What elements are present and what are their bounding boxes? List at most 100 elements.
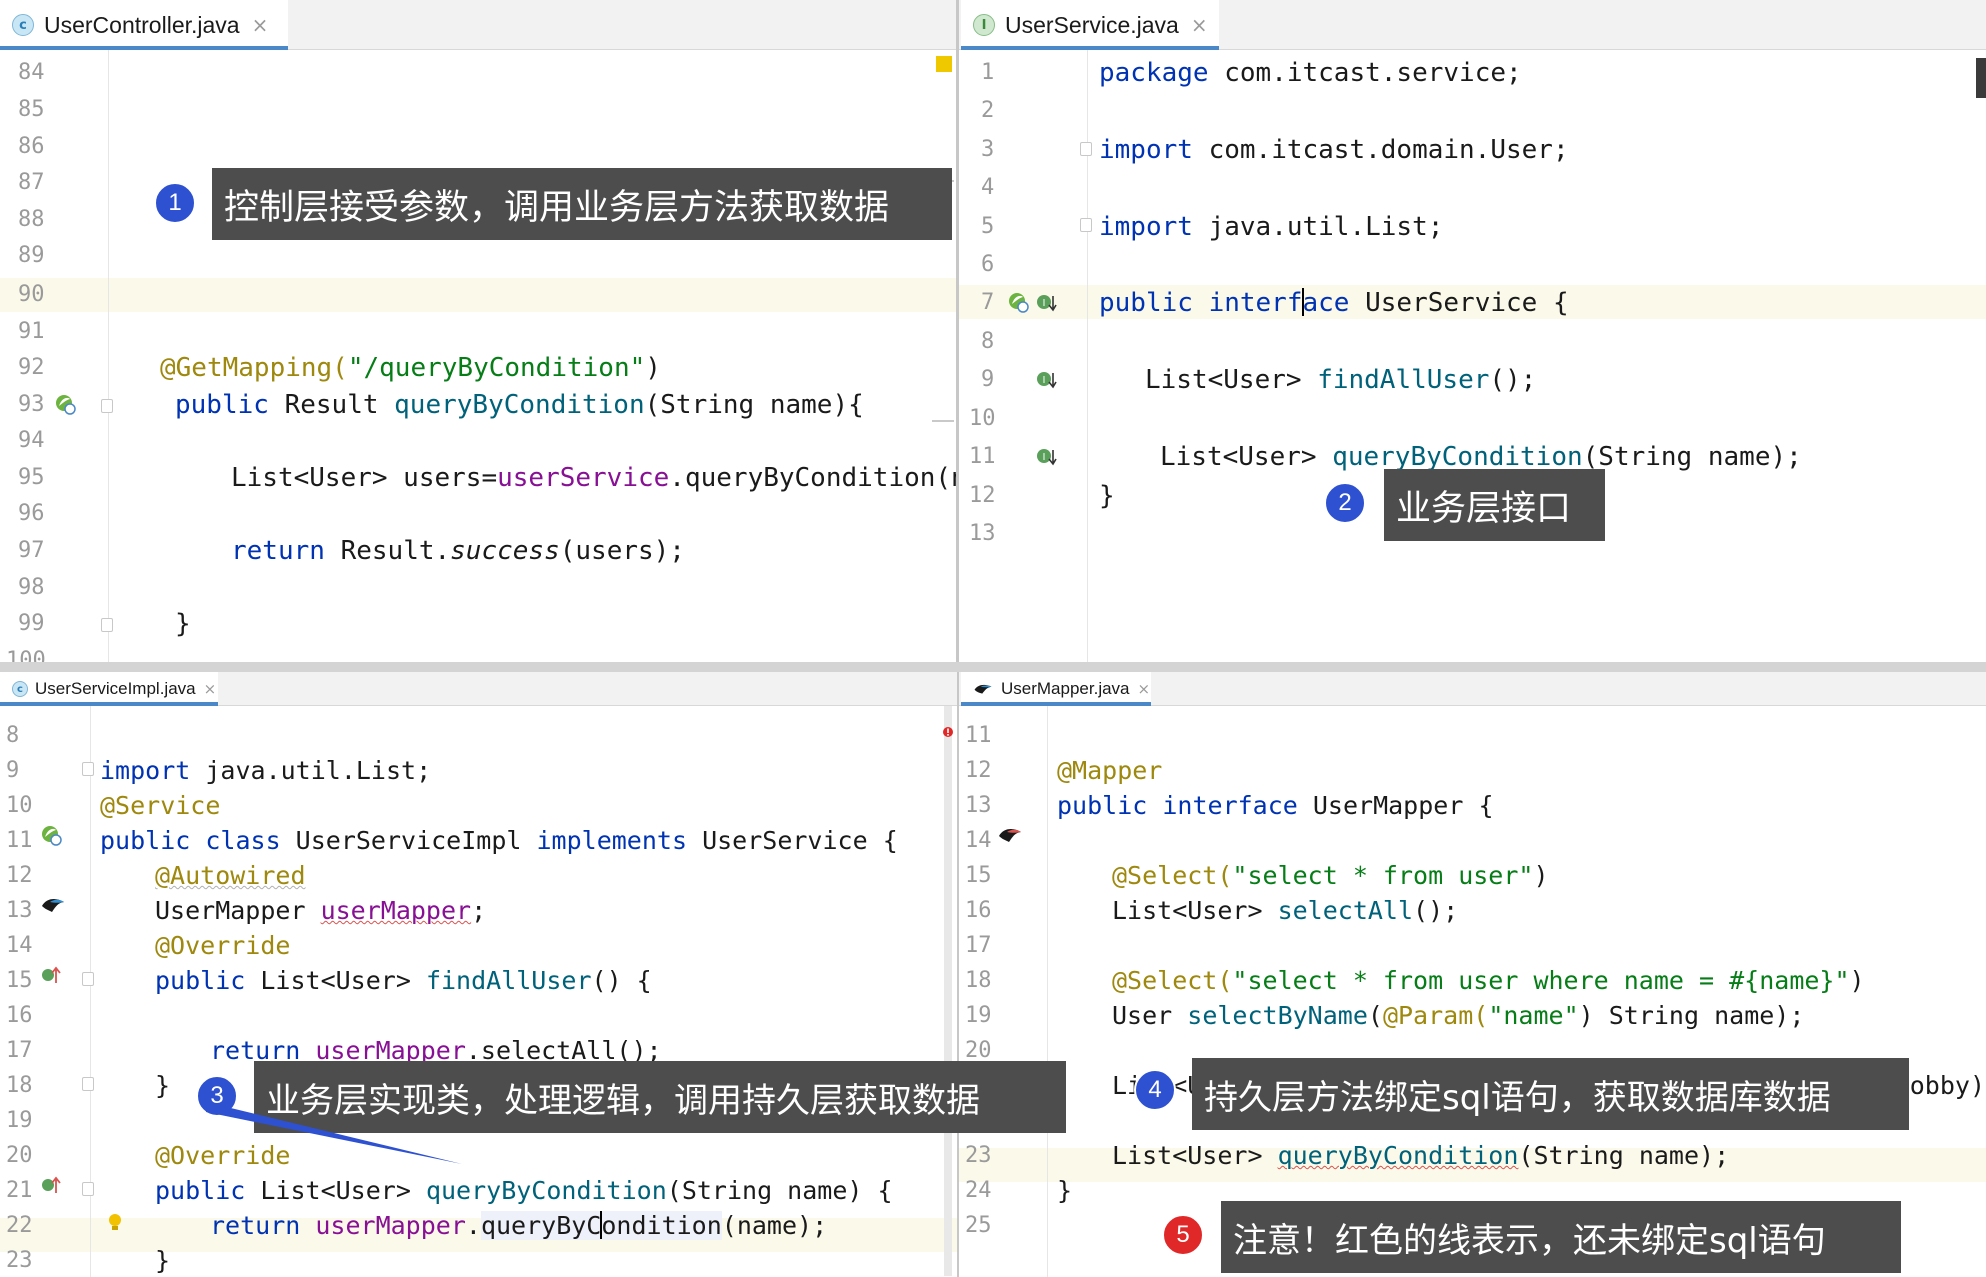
line-number: 12 [969,483,996,508]
code-line: } [1057,1176,1073,1205]
line-number: 9 [981,367,995,392]
code-line: package com.itcast.service; [1099,58,1522,88]
code-area[interactable]: 84 85 86 87 88 89 90 91 92 93 94 95 96 9… [0,50,957,662]
editor-tab-bar: c UserController.java × [0,0,957,50]
tab-user-service[interactable]: I UserService.java × [961,0,1219,50]
error-indicator-icon[interactable] [942,726,954,738]
implemented-by-icon[interactable]: I [1035,368,1057,390]
warning-marker-icon[interactable] [936,56,952,72]
line-number: 11 [965,723,992,748]
implemented-by-icon[interactable]: I [1035,291,1057,313]
implemented-by-icon[interactable]: I [1035,445,1057,467]
code-line: return Result.success(users); [231,536,685,566]
mybatis-bird-icon[interactable] [40,894,66,916]
line-number: 16 [6,1003,33,1028]
line-number: 13 [6,898,33,923]
callout-text: 控制层接受参数，调用业务层方法获取数据 [224,187,890,228]
line-number: 4 [981,175,995,200]
editor-pane-user-controller[interactable]: c UserController.java × 84 85 86 87 88 8… [0,0,957,662]
spring-bean-icon[interactable] [54,393,76,415]
tab-user-controller[interactable]: c UserController.java × [0,0,288,50]
callout-text: 持久层方法绑定sql语句，获取数据库数据 [1204,1077,1831,1118]
tab-label: UserMapper.java [1001,679,1130,698]
line-number: 1 [981,60,995,85]
spring-bean-icon[interactable] [1007,291,1029,313]
code-area[interactable]: 1 2 3 4 5 6 7 8 9 10 11 12 13 I I I pack… [959,50,1986,662]
line-number: 20 [6,1143,33,1168]
lightbulb-icon[interactable] [104,1212,126,1234]
scrollbar-thumb[interactable] [1976,58,1986,98]
line-number: 92 [18,355,45,380]
line-number: 12 [965,758,992,783]
code-line: List<User> queryByCondition(String name)… [1112,1141,1730,1170]
line-number: 7 [981,290,995,315]
code-line: public class UserServiceImpl implements … [100,826,898,855]
step-badge-4: 4 [1134,1069,1176,1111]
line-number: 89 [18,243,45,268]
tab-user-mapper[interactable]: UserMapper.java × [961,672,1151,706]
implements-method-icon[interactable] [40,964,62,986]
code-line: List<User> queryByCondition(String name)… [1160,442,1802,472]
code-line: import com.itcast.domain.User; [1099,135,1569,165]
line-number: 15 [965,863,992,888]
gutter-separator [108,50,109,662]
line-number: 94 [18,428,45,453]
code-line: List<User> users=userService.queryByCond… [231,463,957,493]
fold-marker-icon[interactable] [82,1182,94,1196]
class-icon: c [12,14,34,36]
mybatis-bird-icon[interactable] [997,824,1023,846]
line-number: 6 [981,252,995,277]
editor-tab-bar: c UserServiceImpl.java × [0,672,957,706]
callout-controller-layer: 控制层接受参数，调用业务层方法获取数据 [212,168,952,240]
close-icon[interactable]: × [204,680,217,698]
line-number: 10 [969,406,996,431]
svg-text:I: I [1043,298,1046,309]
scrollbar-track[interactable] [944,706,952,1276]
fold-marker-icon[interactable] [82,972,94,986]
editor-pane-user-service[interactable]: I UserService.java × 1 2 3 4 5 6 7 8 9 1… [959,0,1986,662]
spring-bean-icon[interactable] [40,824,62,846]
line-number: 95 [18,465,45,490]
editor-pane-user-mapper[interactable]: UserMapper.java × 11 12 13 14 15 16 17 1… [959,672,1986,1277]
tab-user-service-impl[interactable]: c UserServiceImpl.java × [0,672,218,706]
fold-marker-icon[interactable] [82,1077,94,1091]
fold-marker-icon[interactable] [82,762,94,776]
fold-marker-icon[interactable] [1080,218,1092,232]
close-icon[interactable]: × [252,13,269,37]
line-number: 93 [18,392,45,417]
code-line: User selectByName(@Param("name") String … [1112,1001,1805,1030]
line-number: 17 [965,933,992,958]
fold-marker-icon[interactable] [101,399,113,413]
implements-method-icon[interactable] [40,1174,62,1196]
line-number: 2 [981,98,995,123]
line-number: 87 [18,170,45,195]
line-number: 22 [6,1213,33,1238]
code-line: } [155,1071,171,1100]
badge-number: 1 [168,189,182,216]
code-line: List<User> selectAll(); [1112,896,1459,925]
line-number: 25 [965,1213,992,1238]
close-icon[interactable]: × [1138,680,1151,698]
line-number: 98 [18,575,45,600]
code-area[interactable]: 11 12 13 14 15 16 17 18 19 20 21 22 23 2… [959,706,1986,1277]
svg-text:I: I [1043,375,1046,386]
line-number: 14 [6,933,33,958]
line-number: 13 [965,793,992,818]
line-number: 23 [6,1248,33,1273]
fold-marker-icon[interactable] [101,618,113,632]
code-line: @Service [100,791,221,820]
svg-text:I: I [1043,452,1046,463]
fold-marker-icon[interactable] [1080,142,1092,156]
line-number: 9 [6,758,20,783]
pane-splitter-horizontal[interactable] [0,662,1986,672]
callout-service-interface: 业务层接口 [1384,469,1605,541]
code-line: } [175,609,191,639]
line-number: 8 [981,329,995,354]
code-line: @Select("select * from user") [1112,861,1549,890]
editor-tab-bar: UserMapper.java × [959,672,1986,706]
editor-pane-user-service-impl[interactable]: c UserServiceImpl.java × 8 9 10 11 12 13… [0,672,957,1277]
line-number: 12 [6,863,33,888]
close-icon[interactable]: × [1191,13,1208,37]
code-area[interactable]: 8 9 10 11 12 13 14 15 16 17 18 19 20 21 … [0,706,957,1277]
line-number: 23 [965,1143,992,1168]
